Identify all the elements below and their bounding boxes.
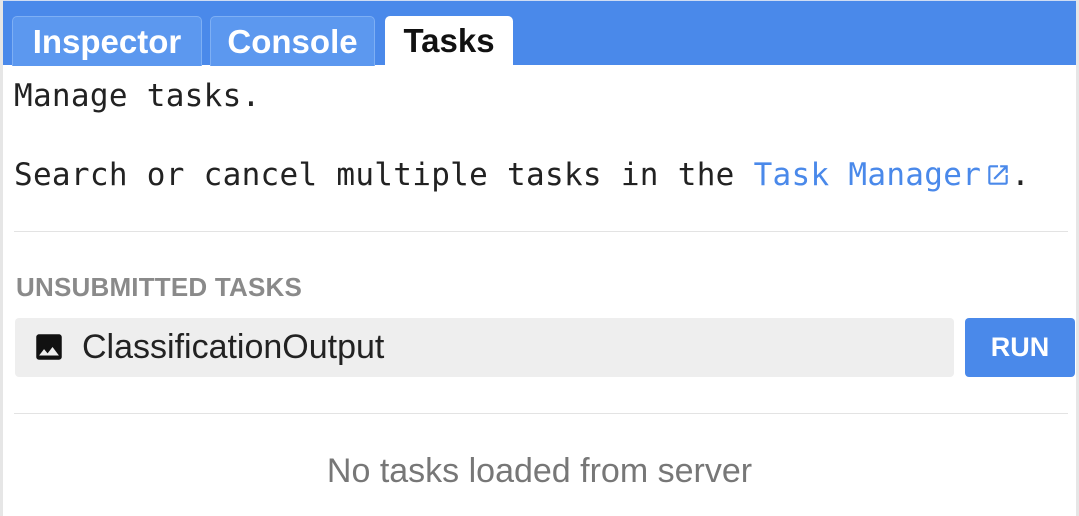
tab-inspector[interactable]: Inspector — [12, 16, 202, 66]
tab-console[interactable]: Console — [210, 16, 375, 66]
description-suffix: . — [1011, 157, 1031, 193]
unsubmitted-tasks-header: UNSUBMITTED TASKS — [16, 272, 303, 302]
task-name: ClassificationOutput — [82, 328, 385, 366]
server-status-message: No tasks loaded from server — [326, 452, 753, 490]
run-button[interactable]: RUN — [965, 318, 1075, 377]
image-icon — [36, 334, 62, 360]
task-row[interactable]: ClassificationOutput — [15, 318, 954, 377]
divider — [14, 231, 1068, 232]
tab-tasks[interactable]: Tasks — [385, 16, 513, 66]
task-manager-link-text[interactable]: Task Manager — [754, 157, 982, 193]
description-prefix: Search or cancel multiple tasks in the — [14, 157, 754, 193]
task-manager-link[interactable]: Task Manager — [754, 157, 1012, 193]
task-manager-description: Search or cancel multiple tasks in the T… — [14, 157, 1030, 193]
tab-bar: Inspector Console Tasks — [3, 0, 1076, 66]
open-in-new-icon[interactable] — [985, 162, 1011, 188]
divider — [14, 413, 1068, 414]
manage-tasks-heading: Manage tasks. — [14, 78, 261, 114]
tasks-panel: Inspector Console Tasks Manage tasks. Se… — [0, 0, 1079, 516]
